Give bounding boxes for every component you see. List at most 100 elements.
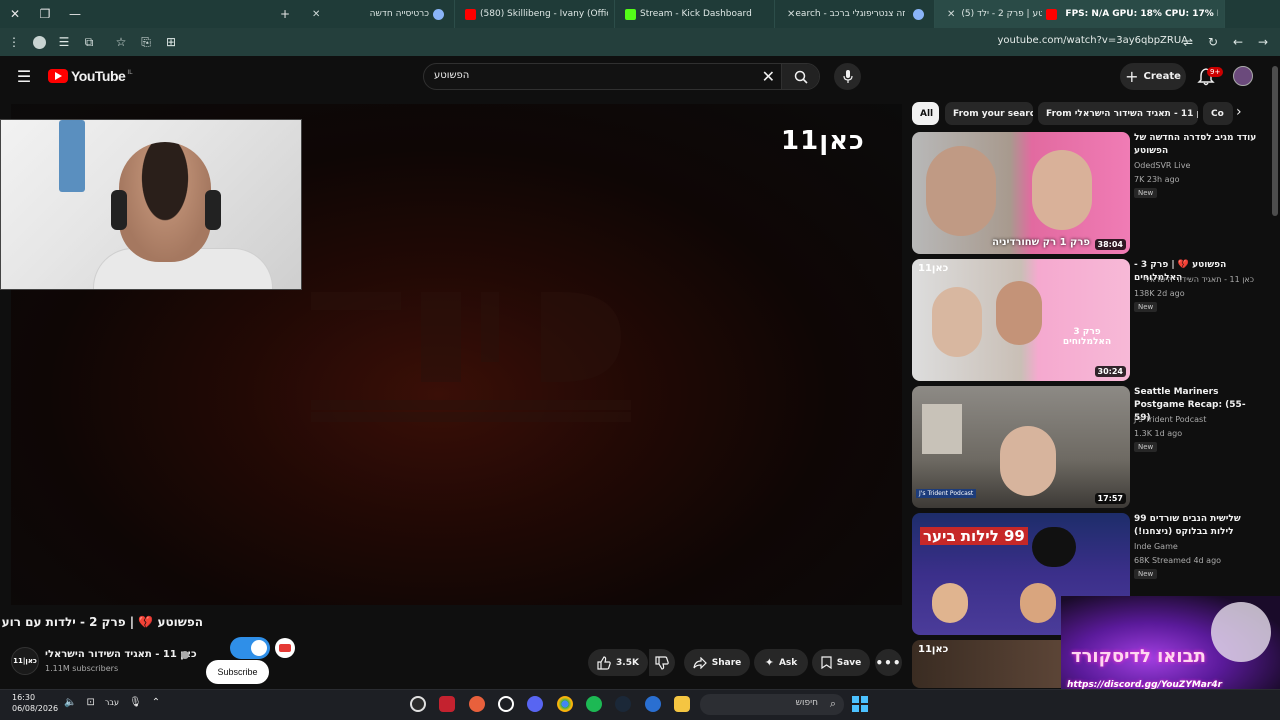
reload-icon[interactable]: ↻ [1202,31,1224,53]
youtube-logo[interactable]: YouTube IL [48,68,132,84]
like-button[interactable]: 3.5K [588,649,648,676]
taskbar-app-icon[interactable] [469,696,485,712]
taskbar-spotify-icon[interactable] [586,696,602,712]
ask-button[interactable]: ✦ Ask [754,649,808,676]
channel-name[interactable]: כאן 11 - תאגיד השידור הישראלי [45,649,197,660]
translate-icon[interactable]: ⊞ [160,31,182,53]
browser-tab[interactable]: Stream - Kick Dashboard [615,0,775,28]
new-badge: New [1134,569,1158,579]
taskbar-chatgpt-icon[interactable] [498,696,514,712]
clock-time: 16:30 [12,693,36,702]
clear-search-icon[interactable]: ✕ [762,67,775,86]
microphone-icon [842,69,853,83]
account-avatar[interactable] [1233,66,1253,86]
menu-dots-icon[interactable]: ⋮ [3,31,25,53]
recommendation-title[interactable]: שלישית הנבים שורדים 99 לילות בבלוקס (ניצ… [1134,513,1258,539]
forward-icon[interactable]: ← [1227,31,1249,53]
recommendation-channel[interactable]: J's Trident Podcast [1134,415,1206,424]
tab-label: (5) הפשוטע | פרק 2 - ילד [961,9,1042,19]
taskbar-clock[interactable]: 16:30 06/08/2026 [12,692,58,714]
channel-avatar[interactable]: כאן|11 [11,647,39,675]
subscriber-count: 1.11M subscribers [45,664,119,673]
tab-close-icon[interactable]: ✕ [312,9,320,20]
more-actions-button[interactable]: ••• [875,649,902,676]
video-thumbnail[interactable]: J's Trident Podcast 17:57 [912,386,1130,508]
recommendation-item[interactable]: J's Trident Podcast 17:57 Seattle Marine… [912,386,1262,508]
create-button[interactable]: + Create [1120,63,1186,90]
channel-watermark: כאן11 [781,126,865,156]
browser-tab[interactable]: ✕ earch - מה זה צנטריפוגלי ברכב [775,0,935,28]
recommendation-item[interactable]: פרק 1 רק שחורדיניה 38:04 עודד מגיב לסדרה… [912,132,1262,254]
browser-tab[interactable]: ✕ כרטיסייה חדשה [300,0,455,28]
volume-icon[interactable]: 🔈 [64,697,76,708]
taskbar-chrome-icon[interactable] [557,696,573,712]
search-button[interactable] [781,64,819,89]
taskbar-search[interactable]: חיפוש ⌕ [700,694,844,715]
hamburger-menu-icon[interactable]: ☰ [14,68,34,86]
share-button[interactable]: Share [684,649,750,676]
scrollbar-thumb[interactable] [1272,66,1278,216]
channel-logo-overlay: כאן11 [918,263,949,274]
url-text[interactable]: youtube.com/watch?v=3ay6qbpZRUA [998,35,1188,46]
recommendation-channel[interactable]: OdedSVR Live [1134,161,1190,170]
overlay-toggle-switch[interactable] [230,637,270,659]
recommendation-title[interactable]: עודד מגיב לסדרה החדשה של הפשוטע [1134,132,1258,158]
settings-icon[interactable]: ☰ [53,31,75,53]
profile-icon[interactable] [28,31,50,53]
search-input[interactable]: הפשוטע [434,70,469,81]
system-tray: 🔈 ⊡ עבר 🎙 ⌃ [64,697,170,708]
subscribe-button[interactable]: Subscribe [206,660,269,684]
taskbar-obs-icon[interactable] [410,696,426,712]
voice-search-button[interactable] [834,63,861,90]
save-button[interactable]: Save [812,649,870,676]
bookmark-star-icon[interactable]: ☆ [110,31,132,53]
chip-from-your-search[interactable]: From your search [945,102,1033,125]
tab-favicon-icon [433,8,444,20]
thumbnail-text: 99 לילות ביער [920,527,1028,545]
chip-more[interactable]: Co [1203,102,1233,125]
new-tab-icon[interactable]: + [270,0,300,28]
sparkle-icon: ✦ [764,656,774,669]
back-icon[interactable]: → [1252,31,1274,53]
recommendation-item[interactable]: כאן11 פרק 3 האלמלוחים 30:24 הפשוטע 💔 | פ… [912,259,1262,381]
restore-window-icon[interactable]: ❐ [30,0,60,28]
recommendation-meta: 1.3K 1d ago [1134,429,1183,438]
microphone-icon[interactable]: 🎙 [129,697,142,708]
browser-tab[interactable]: (580) Skillibeng - Ivany (Official [455,0,615,28]
windows-start-icon[interactable] [852,696,868,712]
chip-all[interactable]: All [912,102,939,125]
video-thumbnail[interactable]: כאן11 פרק 3 האלמלוחים 30:24 [912,259,1130,381]
tab-close-icon[interactable]: ✕ [787,9,795,20]
browser-tab-active[interactable]: ✕ (5) הפשוטע | פרק 2 - ילד FPS: N/A GPU:… [935,0,1225,28]
chevron-right-icon[interactable]: › [1236,104,1242,120]
taskbar-discord-icon[interactable] [527,696,543,712]
taskbar-file-explorer-icon[interactable] [674,696,690,712]
taskbar-steam-icon[interactable] [615,696,631,712]
chip-from-channel[interactable]: From כאן 11 - תאגיד השידור הישראלי [1038,102,1198,125]
screenshot-icon[interactable]: ⎘ [135,31,157,53]
chevron-up-icon[interactable]: ⌃ [152,697,160,708]
tab-close-icon[interactable]: ✕ [947,9,955,20]
recommendation-channel[interactable]: כאן 11 - תאגיד השידור הישראלי [1134,275,1254,284]
tab-favicon-icon [913,8,924,20]
video-title: הפשוטע 💔 | פרק 2 - ילדות עם רוע [1,615,203,629]
close-window-icon[interactable]: ✕ [0,0,30,28]
taskbar-app-icon[interactable] [439,696,455,712]
network-icon[interactable]: ⊡ [86,697,94,708]
youtube-wordmark: YouTube [71,68,126,84]
minimize-window-icon[interactable]: — [60,0,90,28]
dislike-button[interactable] [649,649,675,676]
search-box[interactable]: הפשוטע ✕ [423,63,820,90]
windows-taskbar [0,689,1280,720]
record-icon[interactable] [275,638,295,658]
recommendation-channel[interactable]: Inde Game [1134,542,1178,551]
site-info-icon[interactable]: ⇌ [1177,31,1199,53]
language-indicator[interactable]: עבר [105,698,119,708]
tab-label: Stream - Kick Dashboard [640,9,752,19]
video-thumbnail[interactable]: פרק 1 רק שחורדיניה 38:04 [912,132,1130,254]
discord-headline: תבואו לדיסקורד [1071,646,1206,667]
extensions-icon[interactable]: ⧉ [78,31,100,53]
recommendation-meta: 7K 23h ago [1134,175,1180,184]
taskbar-app-icon[interactable] [645,696,661,712]
verified-icon [181,651,189,659]
